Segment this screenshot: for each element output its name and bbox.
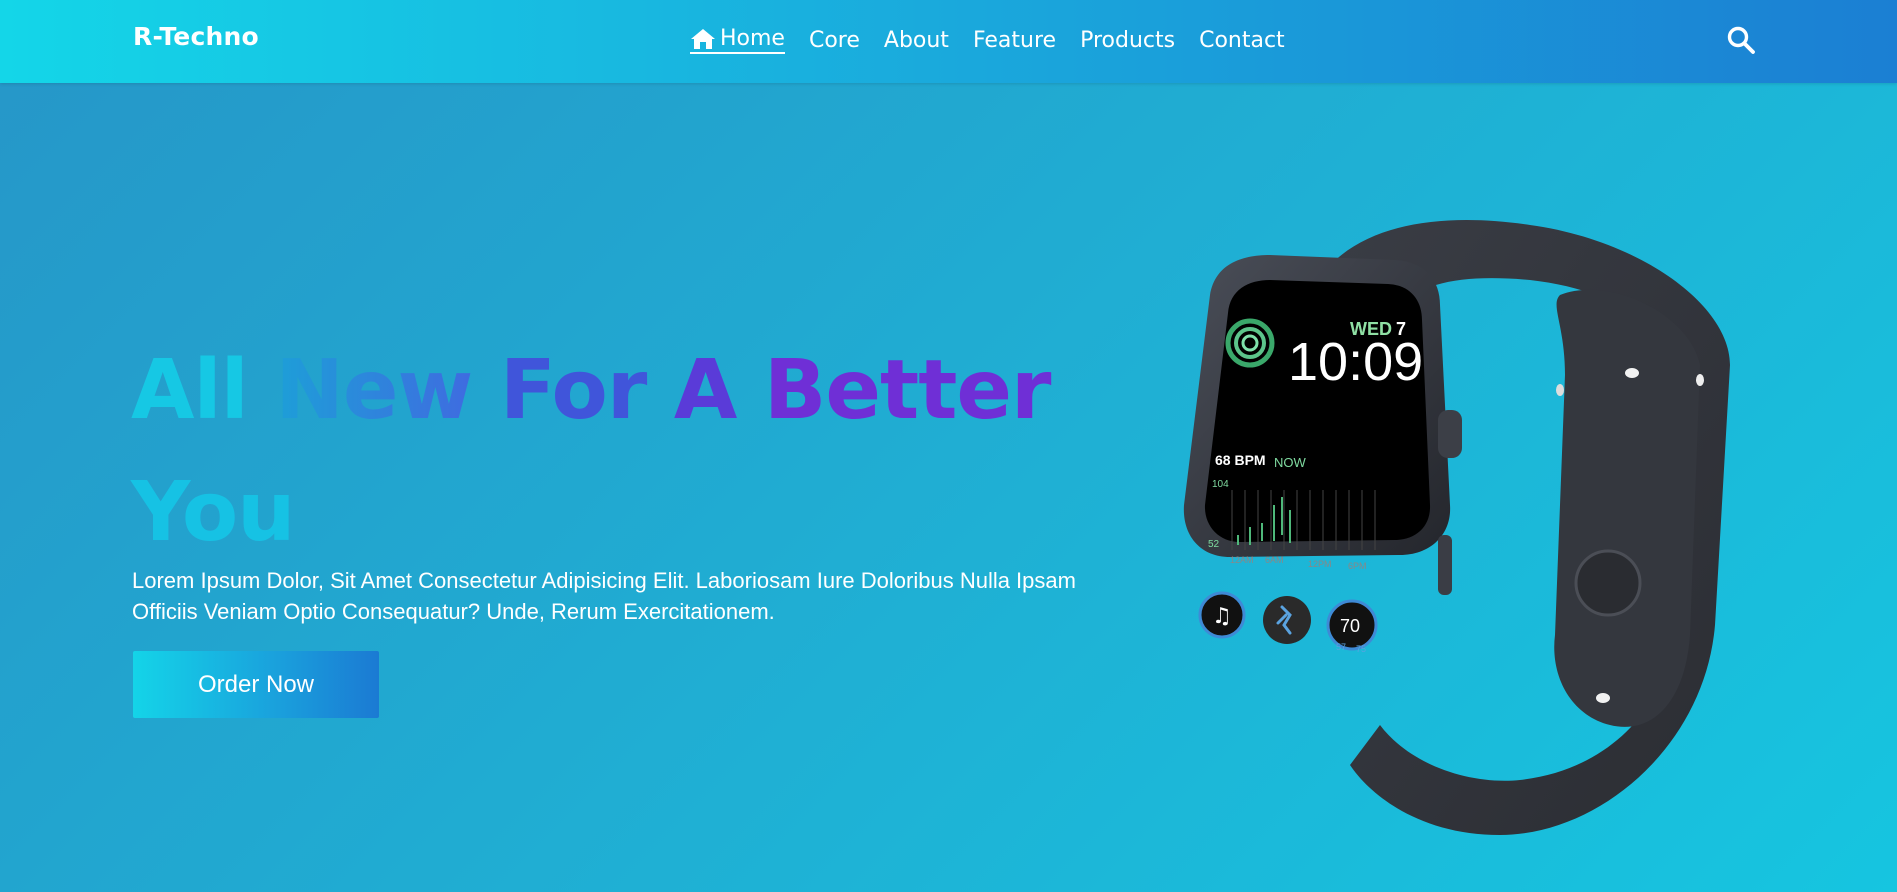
hero-title: All New For A Better You [131, 330, 1111, 574]
nav-item-contact[interactable]: Contact [1187, 24, 1297, 56]
nav-item-home[interactable]: Home [690, 24, 797, 56]
nav-label-about: About [883, 27, 949, 53]
hero-word: For [499, 343, 647, 438]
smartwatch-image: WED 7 10:09 68 BPM NOW 104 52 12AM 6AM 1… [1183, 220, 1730, 836]
watch-bpm: 68 BPM [1215, 452, 1266, 468]
nav-item-core[interactable]: Core [797, 24, 872, 56]
nav-item-products[interactable]: Products [1068, 24, 1187, 56]
watch-chart-time: 12AM [1230, 555, 1254, 565]
nav-label-contact: Contact [1199, 27, 1285, 53]
hero-word: New [275, 343, 473, 438]
watch-complication-low: 57 [1336, 642, 1346, 652]
watch-complication-value: 70 [1340, 616, 1360, 636]
hero-word: A [673, 343, 737, 438]
svg-text:♫: ♫ [1212, 604, 1232, 629]
nav-label-products: Products [1080, 27, 1176, 53]
brand-logo[interactable]: R-Techno [133, 22, 259, 51]
top-navbar: R-Techno Home Core About Feature Product… [0, 0, 1897, 83]
watch-chart-time: 6PM [1348, 561, 1367, 571]
watch-time: 10:09 [1288, 332, 1423, 392]
search-icon[interactable] [1726, 25, 1756, 55]
order-now-button[interactable]: Order Now [133, 651, 379, 718]
watch-hr-min: 52 [1208, 539, 1220, 550]
nav-label-feature: Feature [972, 27, 1057, 53]
nav-item-feature[interactable]: Feature [961, 24, 1068, 56]
watch-hr-max: 104 [1212, 479, 1229, 490]
home-icon [691, 28, 715, 49]
watch-complication-high: 75 [1356, 644, 1366, 654]
main-nav: Home Core About Feature Products Contact [690, 24, 1297, 56]
hero-word: Better [763, 343, 1052, 438]
hero-word: All [131, 343, 249, 438]
nav-label-core: Core [808, 27, 860, 53]
hero-description: Lorem Ipsum Dolor, Sit Amet Consectetur … [132, 568, 1076, 624]
nav-item-about[interactable]: About [872, 24, 961, 56]
watch-bpm-status: NOW [1274, 455, 1307, 470]
watch-chart-time: 6AM [1265, 555, 1284, 565]
nav-label-home: Home [720, 26, 785, 51]
watch-chart-time: 12PM [1308, 559, 1332, 569]
hero-word: You [131, 465, 296, 560]
